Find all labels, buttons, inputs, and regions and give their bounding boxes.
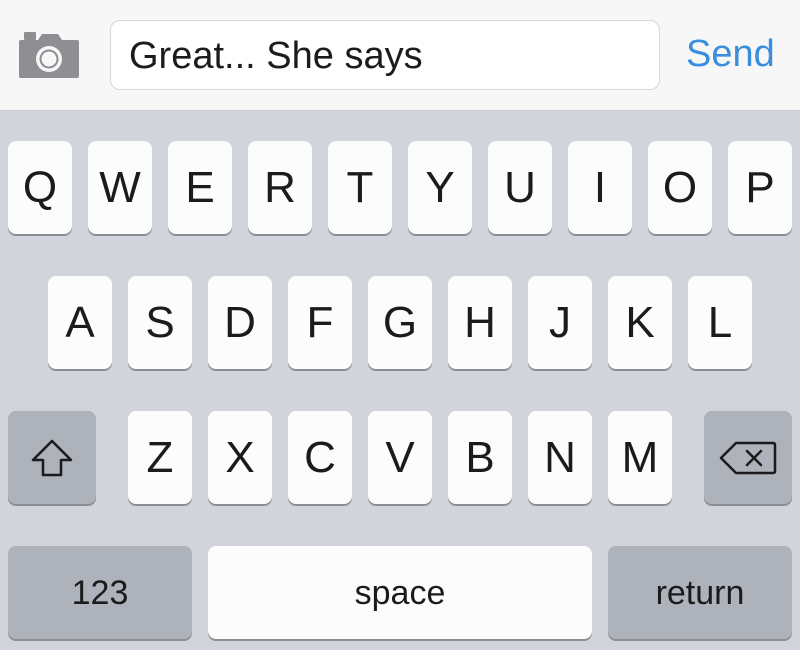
key-label: Q — [22, 162, 58, 212]
key-l[interactable]: L — [688, 276, 752, 369]
key-e[interactable]: E — [168, 141, 232, 234]
key-label: A — [65, 297, 95, 347]
key-label: H — [464, 297, 496, 347]
key-label: K — [625, 297, 655, 347]
key-label: W — [99, 162, 141, 212]
key-s[interactable]: S — [128, 276, 192, 369]
key-label: J — [549, 297, 571, 347]
key-t[interactable]: T — [328, 141, 392, 234]
key-label: G — [382, 297, 418, 347]
key-q[interactable]: Q — [8, 141, 72, 234]
message-text: Great... She says — [129, 35, 423, 77]
key-b[interactable]: B — [448, 411, 512, 504]
key-label: P — [745, 162, 775, 212]
key-label: T — [346, 162, 374, 212]
message-text-field[interactable]: Great... She says — [110, 20, 660, 90]
numbers-key[interactable]: 123 — [8, 546, 192, 639]
key-r[interactable]: R — [248, 141, 312, 234]
key-label: O — [662, 162, 698, 212]
key-label: U — [504, 162, 536, 212]
key-label: Z — [146, 432, 174, 482]
shift-icon — [30, 438, 74, 478]
key-k[interactable]: K — [608, 276, 672, 369]
key-label: X — [225, 432, 255, 482]
key-y[interactable]: Y — [408, 141, 472, 234]
key-w[interactable]: W — [88, 141, 152, 234]
key-label: L — [707, 297, 733, 347]
key-label: C — [304, 432, 336, 482]
key-label: E — [185, 162, 215, 212]
delete-key[interactable] — [704, 411, 792, 504]
key-i[interactable]: I — [568, 141, 632, 234]
message-input-bar: Great... She says Send — [0, 0, 800, 111]
key-u[interactable]: U — [488, 141, 552, 234]
key-label: Y — [425, 162, 455, 212]
key-n[interactable]: N — [528, 411, 592, 504]
camera-icon[interactable] — [18, 30, 80, 80]
key-x[interactable]: X — [208, 411, 272, 504]
key-j[interactable]: J — [528, 276, 592, 369]
key-label: S — [145, 297, 175, 347]
key-label: D — [224, 297, 256, 347]
return-key-label: return — [655, 573, 745, 612]
key-o[interactable]: O — [648, 141, 712, 234]
key-d[interactable]: D — [208, 276, 272, 369]
key-g[interactable]: G — [368, 276, 432, 369]
key-m[interactable]: M — [608, 411, 672, 504]
shift-key[interactable] — [8, 411, 96, 504]
key-label: F — [306, 297, 334, 347]
key-label: R — [264, 162, 296, 212]
key-label: B — [465, 432, 495, 482]
space-key-label: space — [354, 573, 446, 612]
key-label: M — [621, 432, 659, 482]
key-p[interactable]: P — [728, 141, 792, 234]
key-label: N — [544, 432, 576, 482]
key-c[interactable]: C — [288, 411, 352, 504]
key-z[interactable]: Z — [128, 411, 192, 504]
return-key[interactable]: return — [608, 546, 792, 639]
key-h[interactable]: H — [448, 276, 512, 369]
backspace-icon — [718, 440, 778, 476]
key-a[interactable]: A — [48, 276, 112, 369]
numbers-key-label: 123 — [71, 573, 129, 612]
key-f[interactable]: F — [288, 276, 352, 369]
key-label: I — [593, 162, 607, 212]
key-v[interactable]: V — [368, 411, 432, 504]
space-key[interactable]: space — [208, 546, 592, 639]
send-button[interactable]: Send — [686, 33, 775, 76]
key-label: V — [385, 432, 415, 482]
keyboard: Q W E R T Y U I O P A S D F G H J K L Z … — [0, 111, 800, 650]
